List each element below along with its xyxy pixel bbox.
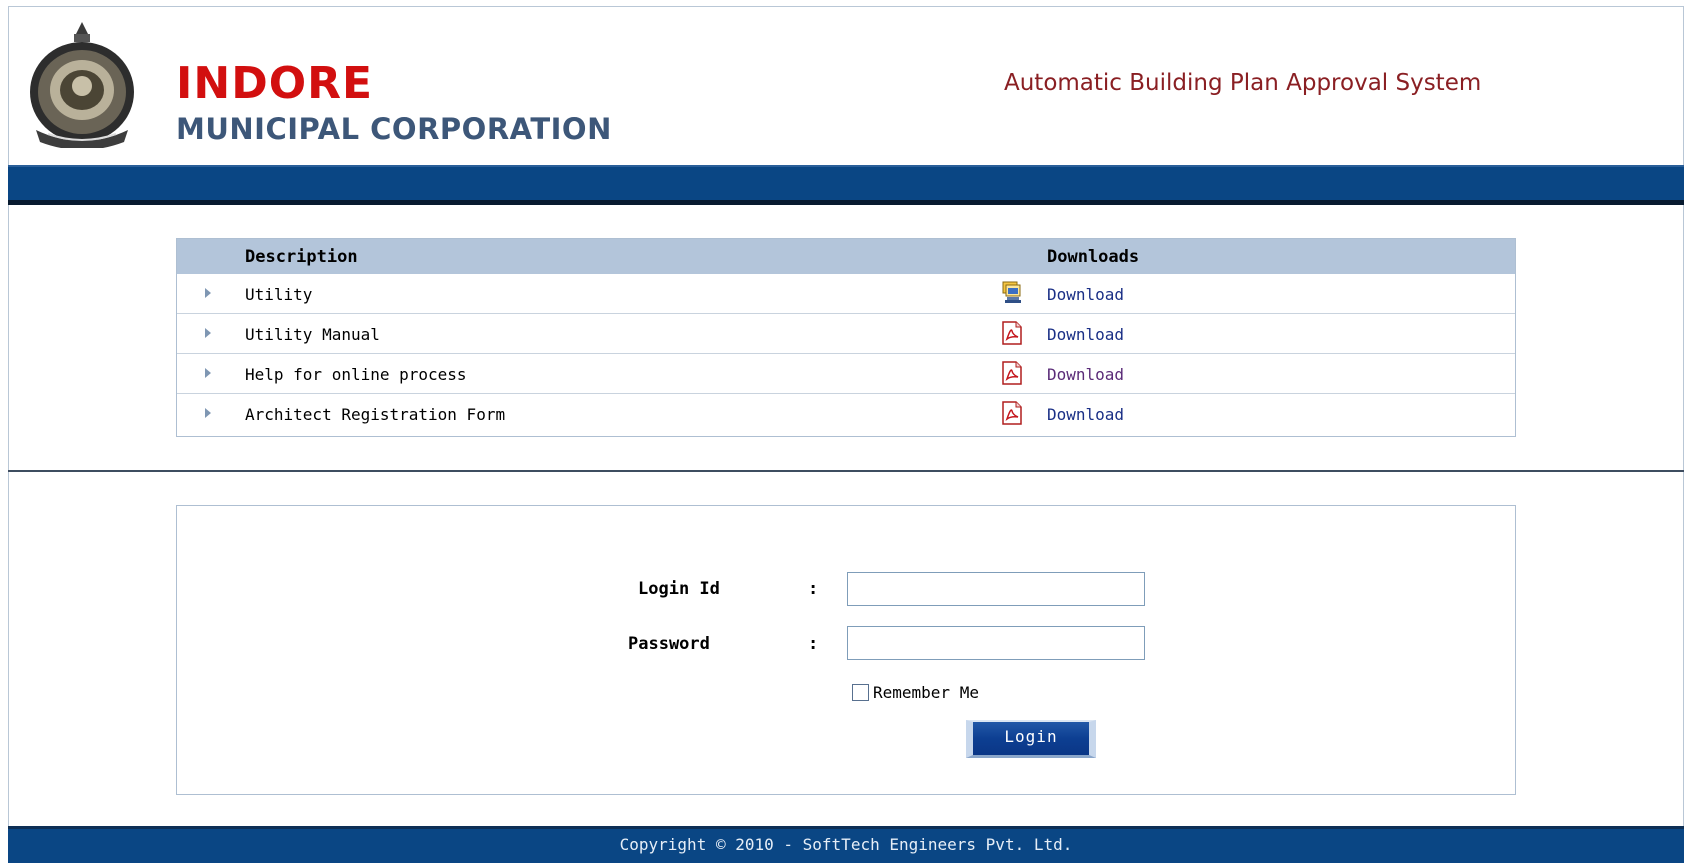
pdf-icon xyxy=(1001,361,1023,385)
remember-me: Remember Me xyxy=(852,683,979,702)
brand-name: INDORE xyxy=(176,58,374,109)
download-link-utility-manual[interactable]: Download xyxy=(1047,325,1124,344)
bullet-arrow-icon xyxy=(205,328,211,338)
pdf-icon xyxy=(1001,401,1023,425)
password-input[interactable] xyxy=(847,626,1145,660)
login-id-colon: : xyxy=(808,579,819,599)
download-link-utility[interactable]: Download xyxy=(1047,285,1124,304)
table-row: Utility Manual Download xyxy=(177,314,1515,354)
table-row: Utility Download xyxy=(177,274,1515,314)
downloads-table: Description Downloads Utility Download U… xyxy=(176,238,1516,437)
table-row: Architect Registration Form Download xyxy=(177,394,1515,433)
password-colon: : xyxy=(808,634,819,654)
bullet-arrow-icon xyxy=(205,288,211,298)
download-link-architect-registration[interactable]: Download xyxy=(1047,405,1124,424)
bullet-arrow-icon xyxy=(205,368,211,378)
footer-copyright: Copyright © 2010 - SoftTech Engineers Pv… xyxy=(8,826,1684,863)
brand-subtitle: MUNICIPAL CORPORATION xyxy=(176,112,612,146)
header-bar xyxy=(8,165,1684,205)
system-title: Automatic Building Plan Approval System xyxy=(1004,70,1482,96)
download-link-help-online-process[interactable]: Download xyxy=(1047,365,1124,384)
password-label: Password xyxy=(628,634,710,654)
row-description: Help for online process xyxy=(245,365,467,384)
table-row: Help for online process Download xyxy=(177,354,1515,394)
bullet-arrow-icon xyxy=(205,408,211,418)
row-description: Architect Registration Form xyxy=(245,405,506,424)
column-header-description: Description xyxy=(245,247,358,267)
table-header: Description Downloads xyxy=(177,239,1515,274)
login-id-input[interactable] xyxy=(847,572,1145,606)
login-panel xyxy=(176,505,1516,795)
municipal-emblem-icon xyxy=(26,20,138,150)
row-description: Utility xyxy=(245,285,313,304)
login-button[interactable]: Login xyxy=(966,720,1096,758)
row-description: Utility Manual xyxy=(245,325,380,344)
column-header-downloads: Downloads xyxy=(1047,247,1140,267)
section-divider xyxy=(8,470,1684,472)
remember-me-label: Remember Me xyxy=(873,683,979,702)
pdf-icon xyxy=(1001,321,1023,345)
remember-me-checkbox[interactable] xyxy=(852,684,869,701)
login-id-label: Login Id xyxy=(638,579,720,599)
setup-computer-icon xyxy=(1001,281,1023,305)
